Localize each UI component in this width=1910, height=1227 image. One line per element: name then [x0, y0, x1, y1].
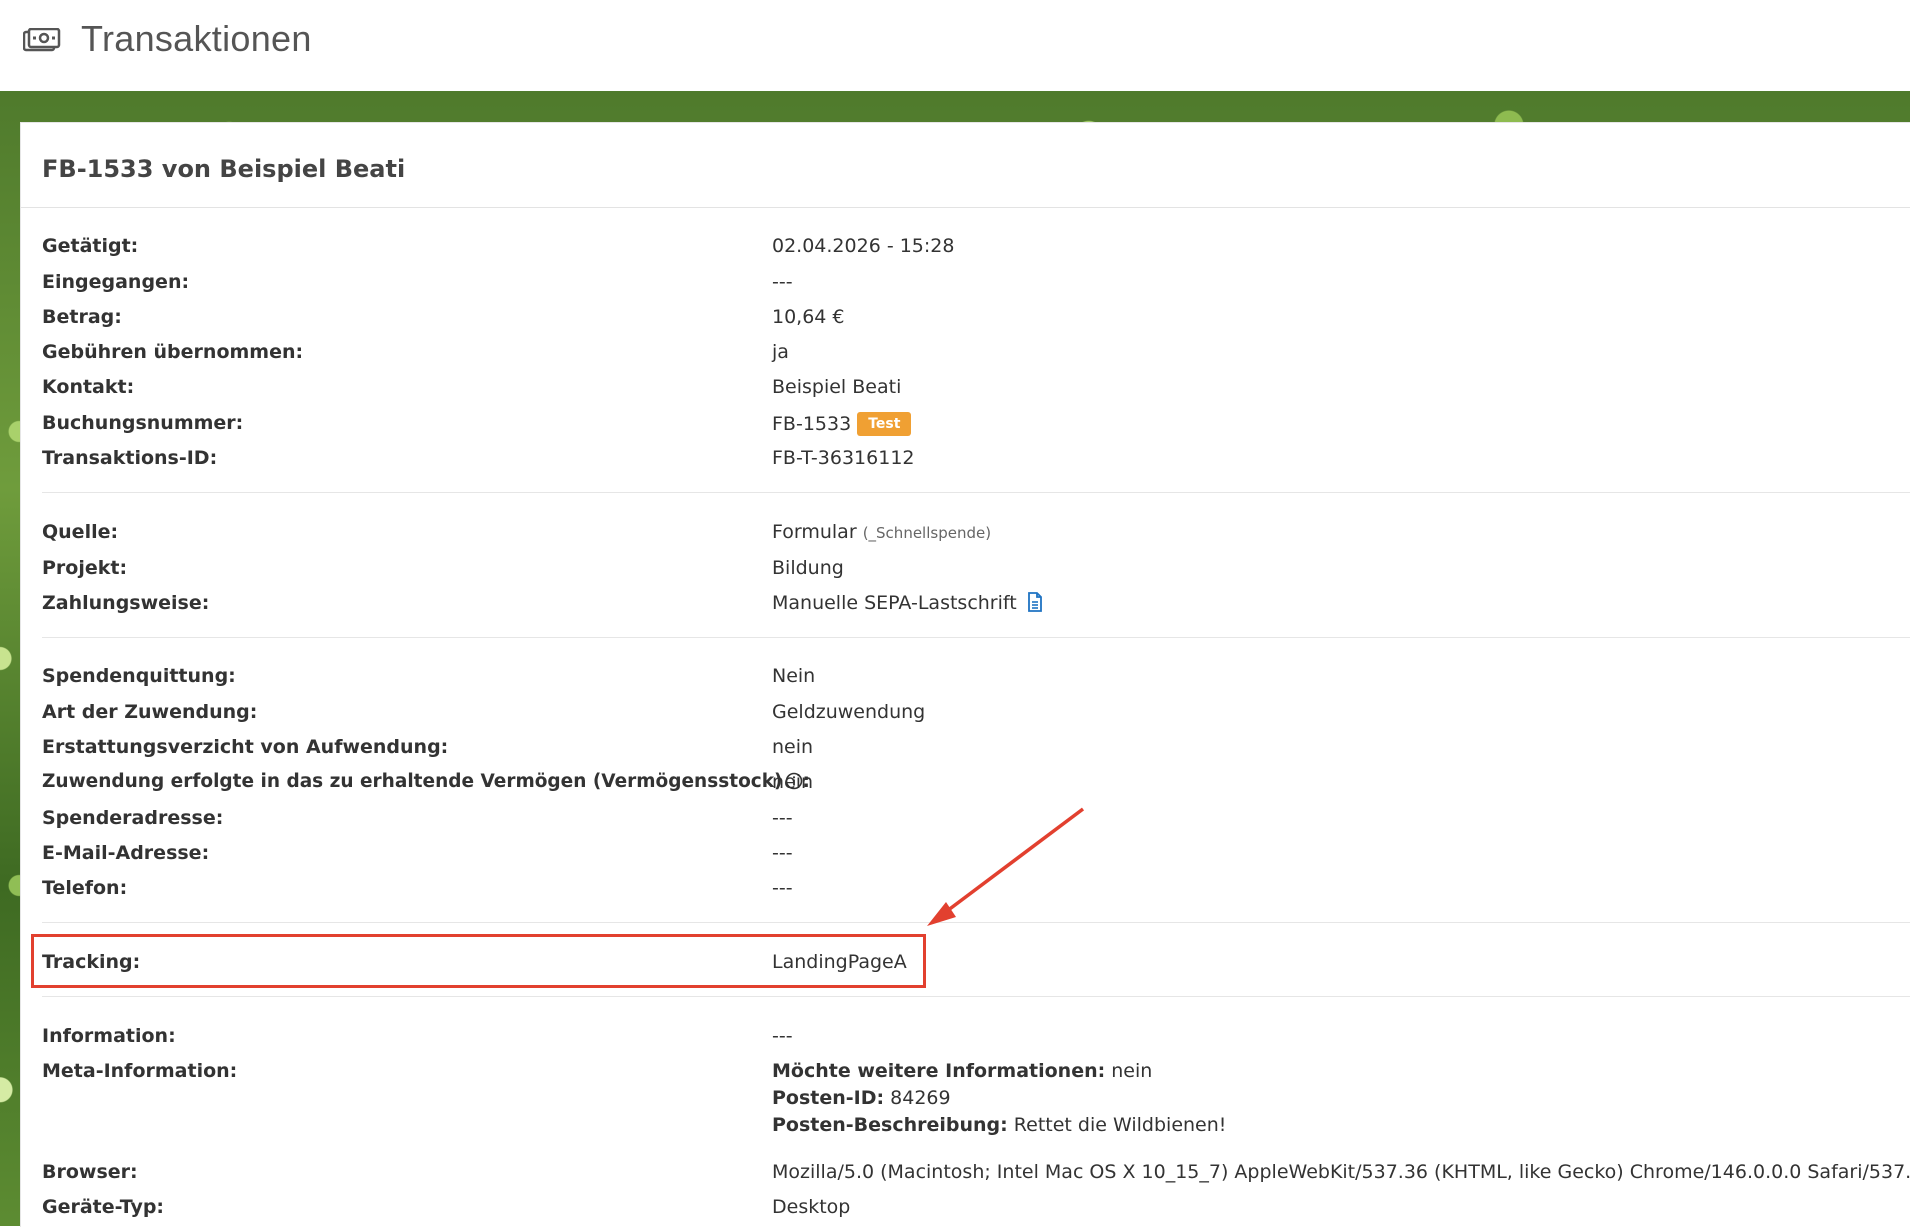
label-browser: Browser:: [42, 1161, 138, 1183]
label-email: E-Mail-Adresse:: [42, 842, 210, 864]
meta-key: Posten-Beschreibung:: [772, 1114, 1008, 1136]
value-information: ---: [772, 1025, 793, 1047]
value-vermoegensstock: nein: [772, 771, 814, 793]
row-gebuehren: Gebühren übernommen: ja: [42, 341, 1902, 371]
booking-number: FB-1533: [772, 413, 852, 435]
money-icon: [23, 28, 61, 52]
document-icon[interactable]: [1027, 592, 1043, 612]
row-email: E-Mail-Adresse: ---: [42, 842, 1902, 872]
label-vermoegensstock-text: Zuwendung erfolgte in das zu erhaltende …: [42, 771, 783, 792]
value-geraete: Desktop: [772, 1196, 851, 1218]
meta-line: Posten-ID: 84269: [772, 1085, 1226, 1112]
value-browser: Mozilla/5.0 (Macintosh; Intel Mac OS X 1…: [772, 1161, 1910, 1183]
value-gebuehren: ja: [772, 341, 789, 363]
test-badge: Test: [857, 412, 912, 436]
row-art: Art der Zuwendung: Geldzuwendung: [42, 701, 1902, 731]
value-quelle: Formular (_Schnellspende): [772, 521, 991, 543]
value-meta: Möchte weitere Informationen: nein Poste…: [772, 1058, 1226, 1139]
label-zahlungsweise: Zahlungsweise:: [42, 592, 210, 614]
value-zahlungsweise: Manuelle SEPA-Lastschrift: [772, 592, 1043, 614]
label-information: Information:: [42, 1025, 176, 1047]
row-betrag: Betrag: 10,64 €: [42, 306, 1902, 336]
row-browser: Browser: Mozilla/5.0 (Macintosh; Intel M…: [42, 1161, 1910, 1191]
value-buchungsnummer: FB-1533 Test: [772, 412, 912, 436]
contact-link[interactable]: Beispiel Beati: [772, 376, 901, 398]
meta-value: nein: [1105, 1060, 1153, 1082]
label-geraete: Geräte-Typ:: [42, 1196, 165, 1218]
label-buchungsnummer: Buchungsnummer:: [42, 412, 244, 434]
transaction-detail-card: FB-1533 von Beispiel Beati Getätigt: 02.…: [20, 122, 1910, 1227]
value-spendenquittung: Nein: [772, 665, 816, 687]
tracking-highlight-box: [31, 934, 926, 988]
meta-value: Rettet die Wildbienen!: [1007, 1114, 1227, 1136]
meta-line: Posten-Beschreibung: Rettet die Wildbien…: [772, 1112, 1226, 1139]
label-telefon: Telefon:: [42, 877, 128, 899]
value-erstattungsverzicht: nein: [772, 736, 814, 758]
row-geraete: Geräte-Typ: Desktop: [42, 1196, 1902, 1226]
row-quelle: Quelle: Formular (_Schnellspende): [42, 521, 1902, 551]
divider: [42, 922, 1910, 923]
label-gebuehren: Gebühren übernommen:: [42, 341, 304, 363]
row-meta: Meta-Information: Möchte weitere Informa…: [42, 1060, 1902, 1150]
meta-key: Möchte weitere Informationen:: [772, 1060, 1106, 1082]
row-spendenquittung: Spendenquittung: Nein: [42, 665, 1902, 695]
row-transaktions-id: Transaktions-ID: FB-T-36316112: [42, 447, 1902, 477]
row-buchungsnummer: Buchungsnummer: FB-1533 Test: [42, 412, 1902, 442]
value-projekt: Bildung: [772, 557, 844, 579]
value-telefon: ---: [772, 877, 793, 899]
row-getaetigt: Getätigt: 02.04.2026 - 15:28: [42, 235, 1902, 265]
source-form: Formular: [772, 521, 857, 543]
row-zahlungsweise: Zahlungsweise: Manuelle SEPA-Lastschrift: [42, 592, 1902, 622]
row-erstattungsverzicht: Erstattungsverzicht von Aufwendung: nein: [42, 736, 1902, 766]
value-spenderadresse: ---: [772, 807, 793, 829]
value-eingegangen: ---: [772, 271, 793, 293]
label-art: Art der Zuwendung:: [42, 701, 258, 723]
label-vermoegensstock: Zuwendung erfolgte in das zu erhaltende …: [42, 771, 810, 792]
meta-value: 84269: [884, 1087, 951, 1109]
label-meta: Meta-Information:: [42, 1060, 238, 1082]
label-projekt: Projekt:: [42, 557, 128, 579]
page-header: Transaktionen: [0, 0, 1910, 91]
divider: [42, 996, 1910, 997]
label-erstattungsverzicht: Erstattungsverzicht von Aufwendung:: [42, 736, 449, 758]
meta-key: Posten-ID:: [772, 1087, 885, 1109]
label-spenderadresse: Spenderadresse:: [42, 807, 224, 829]
label-getaetigt: Getätigt:: [42, 235, 139, 257]
label-spendenquittung: Spendenquittung:: [42, 665, 236, 687]
value-betrag: 10,64 €: [772, 306, 845, 328]
meta-line: Möchte weitere Informationen: nein: [772, 1058, 1226, 1085]
row-spenderadresse: Spenderadresse: ---: [42, 807, 1902, 837]
divider: [42, 492, 1910, 493]
value-art: Geldzuwendung: [772, 701, 926, 723]
row-telefon: Telefon: ---: [42, 877, 1902, 907]
value-email: ---: [772, 842, 793, 864]
row-eingegangen: Eingegangen: ---: [42, 271, 1902, 301]
divider: [42, 637, 1910, 638]
label-transaktions-id: Transaktions-ID:: [42, 447, 218, 469]
value-transaktions-id: FB-T-36316112: [772, 447, 915, 469]
row-projekt: Projekt: Bildung: [42, 557, 1902, 587]
row-kontakt: Kontakt: Beispiel Beati: [42, 376, 1902, 406]
page-title: Transaktionen: [81, 18, 312, 59]
row-vermoegensstock: Zuwendung erfolgte in das zu erhaltende …: [42, 771, 1902, 801]
payment-method: Manuelle SEPA-Lastschrift: [772, 592, 1017, 614]
label-betrag: Betrag:: [42, 306, 122, 328]
label-kontakt: Kontakt:: [42, 376, 135, 398]
label-eingegangen: Eingegangen:: [42, 271, 190, 293]
card-title: FB-1533 von Beispiel Beati: [42, 155, 406, 183]
value-getaetigt: 02.04.2026 - 15:28: [772, 235, 955, 257]
card-header: FB-1533 von Beispiel Beati: [21, 123, 1910, 208]
label-quelle: Quelle:: [42, 521, 119, 543]
source-note: (_Schnellspende): [862, 524, 992, 542]
row-information: Information: ---: [42, 1025, 1902, 1055]
